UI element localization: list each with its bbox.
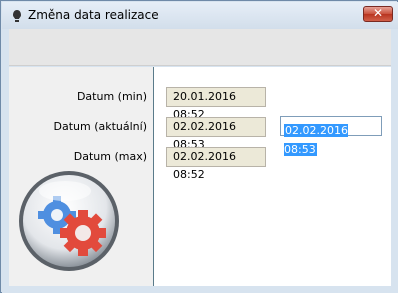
current-date-field: 02.02.2016 08:53 (166, 117, 266, 151)
close-button[interactable]: ✕ (363, 6, 393, 22)
title-bar[interactable]: Změna data realizace ✕ (2, 2, 398, 29)
window-border-right (391, 29, 398, 293)
window-border-bottom (2, 286, 398, 293)
close-icon: ✕ (372, 6, 384, 20)
gears-logo-icon (19, 171, 119, 271)
min-date-label: Datum (min) (76, 90, 147, 103)
lamp-icon (13, 10, 21, 22)
dialog-window: Změna data realizace ✕ Datum (min) 20.01… (0, 0, 398, 293)
max-date-label: Datum (max) (73, 150, 147, 163)
window-title: Změna data realizace (28, 8, 159, 22)
max-date-field: 02.02.2016 08:52 (166, 147, 266, 181)
current-date-label: Datum (aktuální) (53, 120, 147, 133)
min-date-field: 20.01.2016 08:52 (166, 87, 266, 121)
toolbar-area (9, 29, 391, 66)
current-date-input[interactable]: 02.02.2016 08:53 (280, 116, 382, 156)
